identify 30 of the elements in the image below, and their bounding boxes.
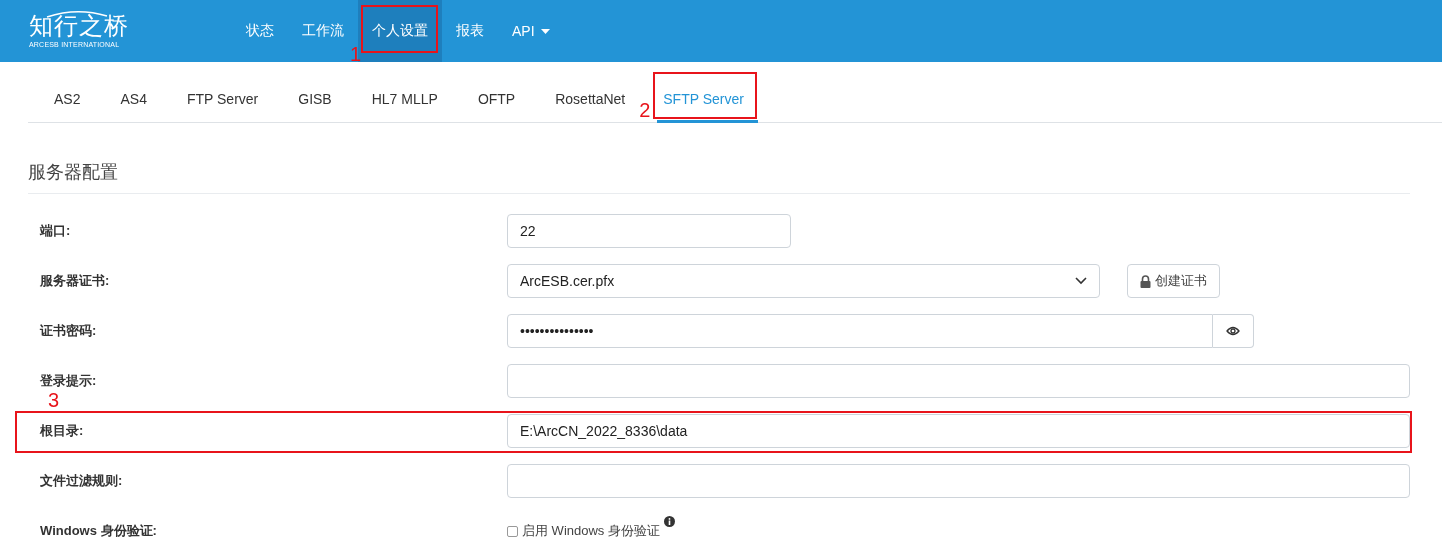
eye-icon — [1226, 326, 1240, 336]
field-label: Windows 身份验证: — [39, 522, 158, 540]
tab[interactable]: RosettaNet — [547, 78, 634, 123]
lock-icon — [1140, 274, 1151, 288]
select-field[interactable]: ArcESB.cer.pfx — [507, 264, 1100, 298]
field-label: 登录提示: — [39, 372, 98, 390]
section-title: 服务器配置 — [28, 123, 1410, 194]
input-field[interactable]: E:\ArcCN_2022_8336\data — [507, 414, 1410, 448]
field-label: 服务器证书: — [39, 272, 111, 290]
info-icon — [663, 516, 675, 527]
checkbox-label[interactable]: 启用 Windows 身份验证 — [522, 522, 660, 540]
input-field[interactable]: 22 — [507, 214, 791, 248]
field-label: 文件过滤规则: — [39, 472, 124, 490]
checkbox[interactable] — [507, 525, 518, 537]
create-certificate-button[interactable]: 创建证书 — [1127, 264, 1220, 298]
show-password-button[interactable] — [1213, 314, 1254, 348]
tab[interactable]: FTP Server — [178, 78, 267, 123]
tab[interactable]: OFTP — [469, 78, 524, 123]
tab[interactable]: AS2 — [46, 78, 89, 123]
annotation-number: 2 — [639, 100, 651, 120]
logo-title: 知行之桥 — [29, 14, 130, 38]
field-label: 端口: — [38, 222, 72, 240]
field-label: 根目录: — [38, 422, 85, 440]
chevron-down-icon — [1075, 277, 1087, 285]
annotation-number: 3 — [48, 390, 60, 410]
tab[interactable]: HL7 MLLP — [363, 78, 446, 123]
tab[interactable]: GISB — [290, 78, 340, 123]
tab[interactable]: AS4 — [112, 78, 155, 123]
input-field[interactable]: ••••••••••••••• — [507, 314, 1213, 348]
field-label: 证书密码: — [38, 322, 98, 340]
